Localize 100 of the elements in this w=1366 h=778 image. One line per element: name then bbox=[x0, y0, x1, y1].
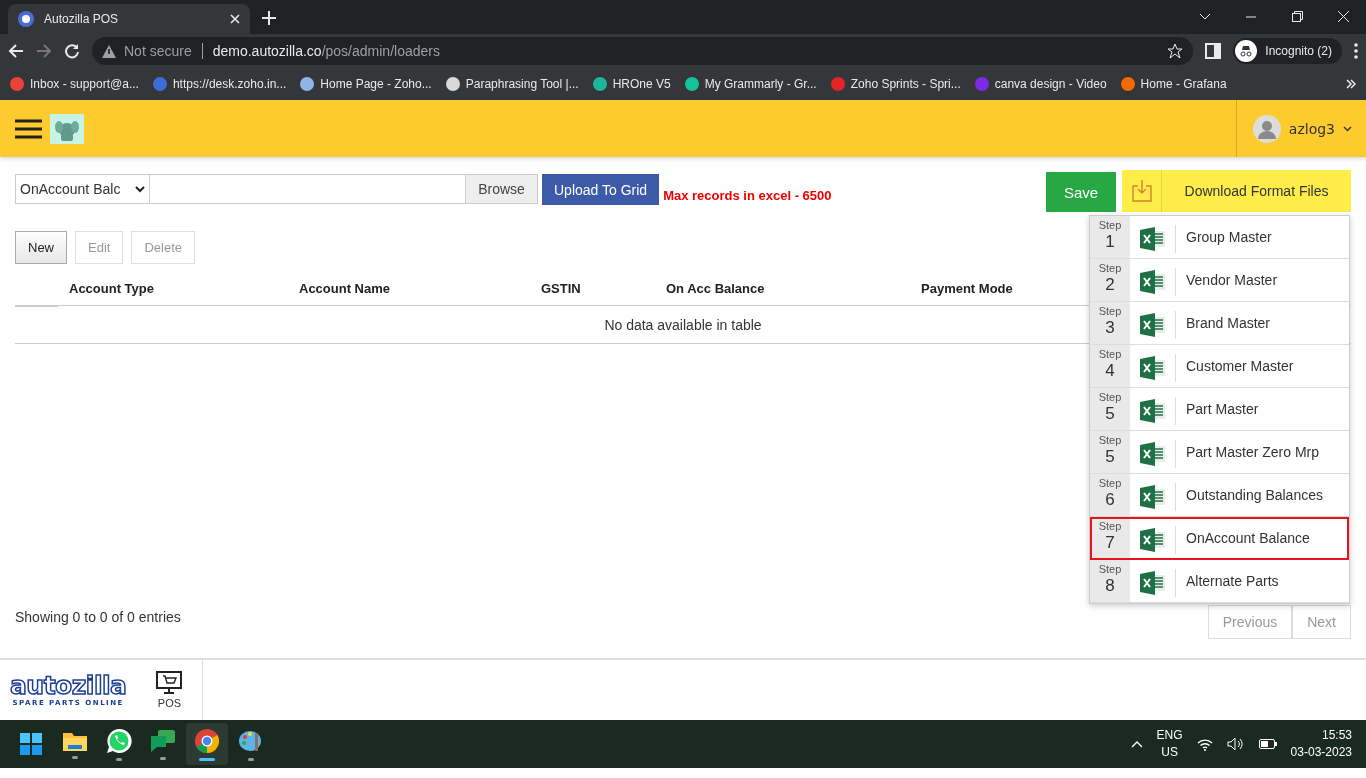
excel-icon bbox=[1139, 356, 1166, 380]
step-label: Step bbox=[1098, 477, 1122, 490]
menu-icon[interactable] bbox=[15, 118, 42, 139]
site-favicon-icon bbox=[18, 11, 34, 27]
upload-to-grid-button[interactable]: Upload To Grid bbox=[542, 174, 660, 205]
wifi-icon[interactable] bbox=[1196, 737, 1213, 751]
close-icon[interactable] bbox=[230, 14, 240, 24]
file-name: Alternate Parts bbox=[1185, 572, 1280, 591]
avatar-icon bbox=[1252, 114, 1281, 143]
battery-icon[interactable] bbox=[1258, 739, 1277, 749]
language-indicator[interactable]: ENG US bbox=[1156, 727, 1183, 761]
chat-bubble-icon[interactable] bbox=[106, 727, 132, 754]
format-file-item[interactable]: Step 7 OnAccount Balance bbox=[1090, 517, 1349, 560]
entries-info: Showing 0 to 0 of 0 entries bbox=[15, 609, 181, 625]
column-header[interactable]: GSTIN bbox=[530, 271, 655, 306]
file-input-field[interactable]: Browse bbox=[150, 174, 538, 204]
file-name: OnAccount Balance bbox=[1185, 529, 1311, 548]
column-header[interactable]: Account Type bbox=[58, 271, 288, 306]
bookmark-link[interactable]: Inbox - support@a... bbox=[10, 77, 139, 91]
loader-type-select[interactable]: OnAccount Balc bbox=[15, 174, 150, 204]
warning-icon bbox=[102, 44, 116, 58]
step-label: Step bbox=[1098, 305, 1122, 318]
windows-start-icon[interactable] bbox=[19, 732, 43, 756]
bookmark-link[interactable]: Home Page - Zoho... bbox=[300, 77, 432, 91]
user-name: azlog3 bbox=[1288, 120, 1335, 137]
toolbar-button[interactable]: New bbox=[15, 231, 67, 264]
brand-name: autozilla bbox=[10, 673, 127, 699]
step-number: 2 bbox=[1105, 275, 1115, 295]
incognito-profile-button[interactable]: Incognito (2) bbox=[1233, 38, 1342, 64]
file-name: Outstanding Balances bbox=[1185, 486, 1324, 505]
incognito-icon bbox=[1235, 40, 1258, 62]
file-name: Group Master bbox=[1185, 228, 1273, 247]
address-bar[interactable]: Not secure demo.autozilla.co/pos/admin/loaders bbox=[92, 37, 1194, 65]
file-name: Vendor Master bbox=[1185, 271, 1279, 290]
bookmark-link[interactable]: HROne V5 bbox=[592, 77, 671, 91]
file-name: Customer Master bbox=[1185, 357, 1295, 376]
excel-icon bbox=[1139, 485, 1166, 509]
step-label: Step bbox=[1098, 434, 1122, 447]
file-name: Part Master Zero Mrp bbox=[1185, 443, 1321, 462]
tab-title: Autozilla POS bbox=[44, 12, 120, 26]
step-number: 4 bbox=[1105, 361, 1115, 381]
caret-icon bbox=[1343, 125, 1352, 132]
empty-table-message: No data available in table bbox=[604, 317, 762, 333]
excel-icon bbox=[1139, 227, 1166, 251]
download-format-files-button[interactable]: Download Format Files bbox=[1122, 170, 1351, 212]
star-icon[interactable] bbox=[1167, 43, 1184, 59]
new-tab-icon[interactable] bbox=[262, 11, 276, 25]
step-number: 6 bbox=[1105, 490, 1115, 510]
excel-icon bbox=[1139, 571, 1166, 595]
bookmark-link[interactable]: Zoho Sprints - Spri... bbox=[830, 77, 961, 91]
browse-button[interactable]: Browse bbox=[465, 175, 537, 203]
excel-icon bbox=[1139, 399, 1166, 423]
bookmark-link[interactable]: https://desk.zoho.in... bbox=[152, 77, 287, 91]
file-name: Brand Master bbox=[1185, 314, 1272, 333]
format-file-item[interactable]: Step 4 Customer Master bbox=[1090, 345, 1349, 388]
excel-icon bbox=[1139, 442, 1166, 466]
step-number: 1 bbox=[1105, 232, 1115, 252]
forward-arrow-icon[interactable] bbox=[36, 43, 52, 59]
clock[interactable]: 15:53 03-03-2023 bbox=[1290, 727, 1352, 761]
format-file-item[interactable]: Step 1 Group Master bbox=[1090, 216, 1349, 259]
speaker-icon[interactable] bbox=[1226, 737, 1245, 751]
chevron-down-icon bbox=[135, 185, 145, 193]
file-name: Part Master bbox=[1185, 400, 1260, 419]
menu-dots-icon[interactable] bbox=[1354, 43, 1358, 59]
url-text: demo.autozilla.co/pos/admin/loaders bbox=[212, 43, 440, 59]
step-number: 5 bbox=[1105, 447, 1115, 467]
format-file-item[interactable]: Step 8 Alternate Parts bbox=[1090, 560, 1349, 603]
user-menu[interactable]: azlog3 bbox=[1235, 100, 1366, 157]
step-label: Step bbox=[1098, 391, 1122, 404]
max-records-note: Max records in excel - 6500 bbox=[663, 188, 832, 203]
step-number: 3 bbox=[1105, 318, 1115, 338]
side-panel-icon[interactable] bbox=[1205, 43, 1222, 59]
chrome-icon[interactable] bbox=[194, 727, 220, 754]
reload-icon[interactable] bbox=[64, 43, 80, 59]
step-label: Step bbox=[1098, 520, 1122, 533]
bookmark-link[interactable]: My Grammarly - Gr... bbox=[684, 77, 817, 91]
excel-icon bbox=[1139, 270, 1166, 294]
message-bubbles-icon[interactable] bbox=[150, 728, 176, 753]
column-header[interactable]: Account Name bbox=[288, 271, 530, 306]
column-header[interactable]: On Acc Balance bbox=[655, 271, 910, 306]
bookmark-link[interactable]: Home - Grafana bbox=[1120, 77, 1227, 91]
bookmark-link[interactable]: canva design - Video bbox=[974, 77, 1107, 91]
download-icon bbox=[1131, 180, 1152, 202]
browser-tab[interactable]: Autozilla POS bbox=[8, 4, 250, 34]
taskbar-app[interactable] bbox=[186, 723, 228, 765]
bookmark-link[interactable]: Paraphrasing Tool |... bbox=[445, 77, 579, 91]
step-label: Step bbox=[1098, 348, 1122, 361]
format-file-item[interactable]: Step 5 Part Master Zero Mrp bbox=[1090, 431, 1349, 474]
format-file-item[interactable]: Step 2 Vendor Master bbox=[1090, 259, 1349, 302]
step-number: 5 bbox=[1105, 404, 1115, 424]
back-arrow-icon[interactable] bbox=[8, 43, 24, 59]
more-bookmarks-icon[interactable] bbox=[1346, 79, 1356, 89]
chevron-up-icon[interactable] bbox=[1130, 740, 1143, 748]
format-file-item[interactable]: Step 3 Brand Master bbox=[1090, 302, 1349, 345]
format-file-item[interactable]: Step 6 Outstanding Balances bbox=[1090, 474, 1349, 517]
step-number: 8 bbox=[1105, 576, 1115, 596]
excel-icon bbox=[1139, 528, 1166, 552]
security-status: Not secure bbox=[124, 43, 192, 59]
excel-icon bbox=[1139, 313, 1166, 337]
format-file-item[interactable]: Step 5 Part Master bbox=[1090, 388, 1349, 431]
